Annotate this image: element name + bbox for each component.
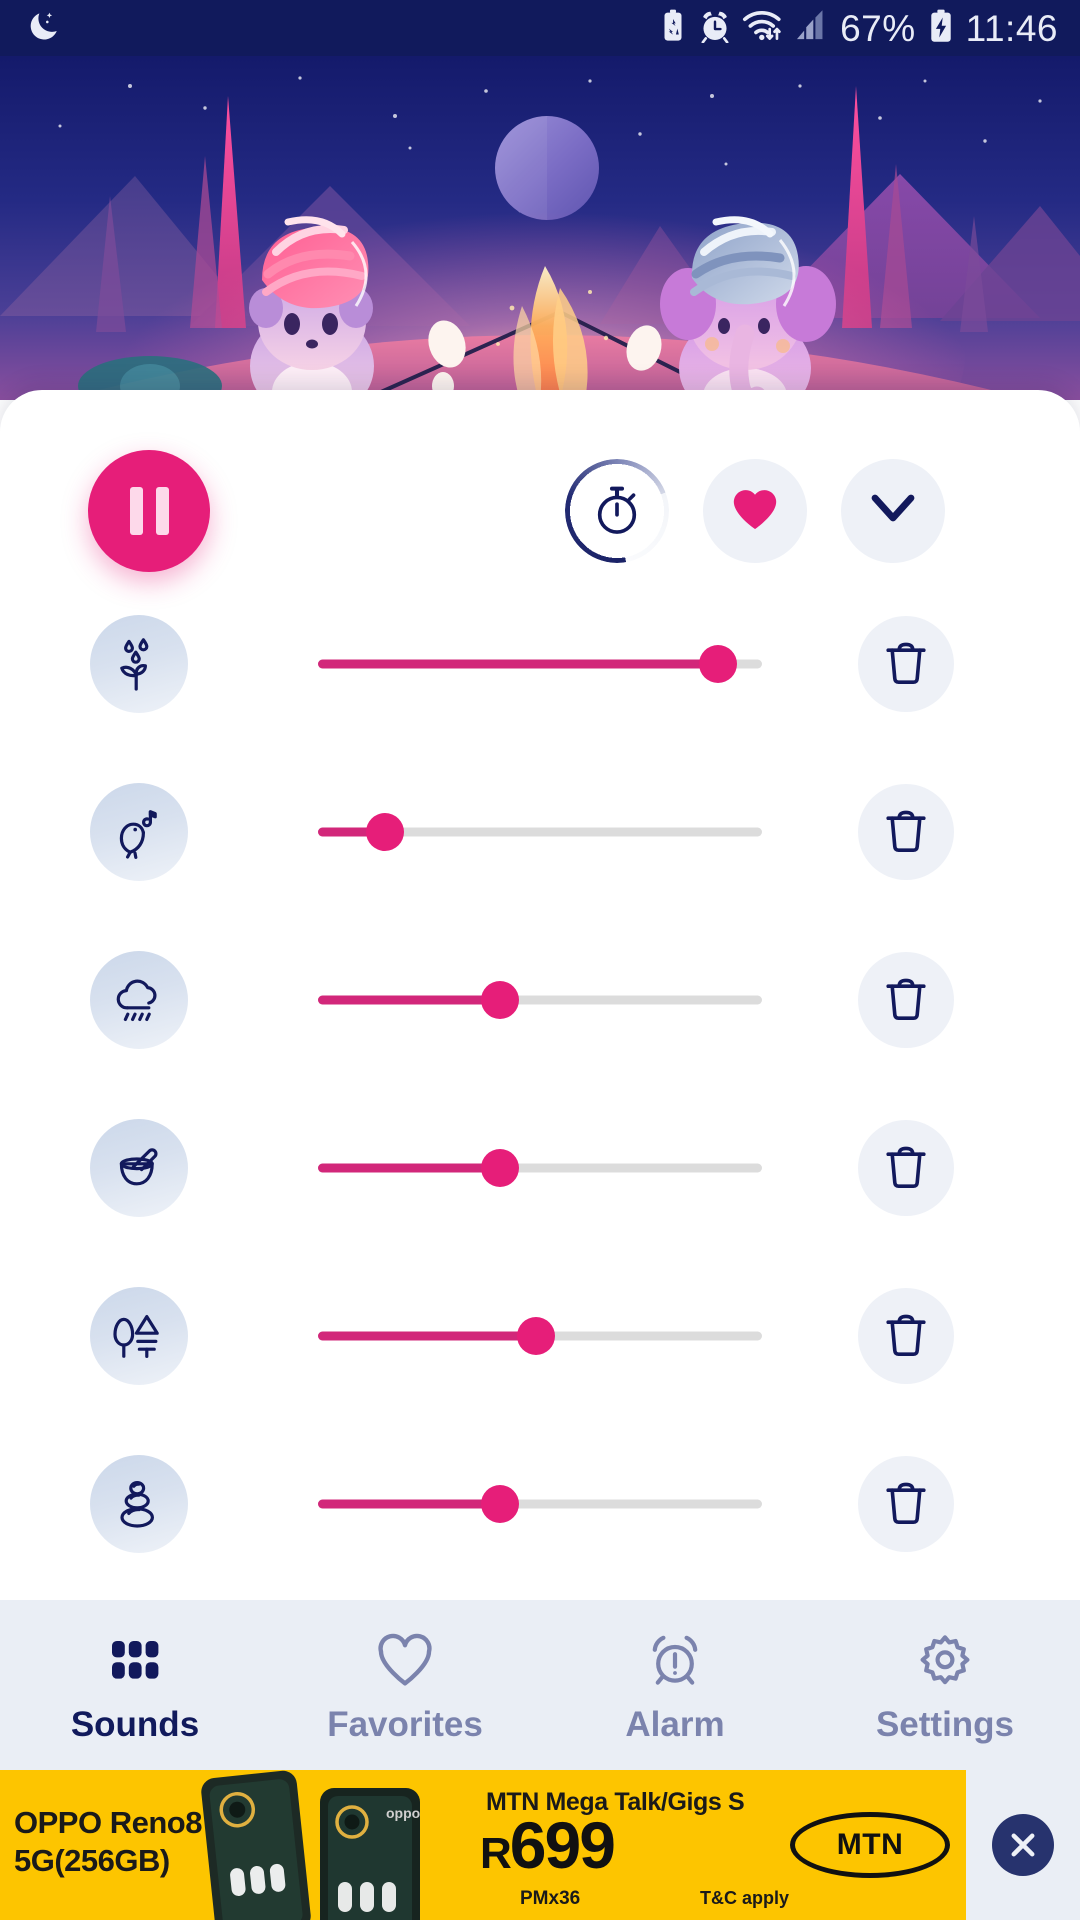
volume-slider[interactable] [318, 642, 762, 686]
app-screen: 67% 11:46 Sounds Favorites Alarm Setting… [0, 0, 1080, 1920]
ad-creative[interactable]: OPPO Reno8 5G(256GB) oppo MTN Mega Talk/… [0, 1770, 966, 1920]
slider-thumb[interactable] [481, 1485, 520, 1523]
delete-sound-button[interactable] [858, 1456, 954, 1552]
play-pause-button[interactable] [88, 450, 210, 572]
timer-progress-ring [565, 459, 669, 563]
slider-thumb[interactable] [481, 981, 520, 1019]
heart-outline-icon [375, 1629, 435, 1691]
rain-cloud-icon[interactable] [90, 951, 188, 1049]
wifi-icon [742, 9, 784, 48]
forest-trees-icon[interactable] [90, 1287, 188, 1385]
playback-controls [0, 450, 1080, 572]
sound-row [0, 748, 1080, 916]
chevron-down-icon [869, 492, 917, 531]
cellular-signal-icon [795, 9, 829, 47]
campfire-illustration [0, 56, 1080, 400]
slider-fill [318, 659, 718, 669]
grid-dots-icon [106, 1629, 164, 1691]
do-not-disturb-moon-icon [26, 8, 62, 49]
svg-text:oppo: oppo [386, 1805, 420, 1821]
ad-banner: OPPO Reno8 5G(256GB) oppo MTN Mega Talk/… [0, 1770, 1080, 1920]
nav-label-alarm: Alarm [625, 1704, 725, 1744]
rain-on-plant-icon[interactable] [90, 615, 188, 713]
ad-currency: R [480, 1829, 512, 1878]
collapse-button[interactable] [841, 459, 945, 563]
battery-saver-icon [658, 9, 688, 48]
zen-stones-icon[interactable] [90, 1455, 188, 1553]
nav-label-favorites: Favorites [327, 1704, 483, 1744]
delete-sound-button[interactable] [858, 784, 954, 880]
slider-fill [318, 1163, 501, 1173]
delete-sound-button[interactable] [858, 952, 954, 1048]
volume-slider[interactable] [318, 1146, 762, 1190]
sound-mixer-sheet [0, 390, 1080, 1600]
delete-sound-button[interactable] [858, 1288, 954, 1384]
nav-item-sounds[interactable]: Sounds [0, 1600, 270, 1770]
battery-percent-label: 67% [840, 7, 916, 49]
slider-fill [318, 1331, 536, 1341]
trash-icon [886, 1146, 926, 1188]
pause-icon [129, 487, 169, 535]
trash-icon [886, 1482, 926, 1524]
slider-fill [318, 995, 501, 1005]
slider-thumb[interactable] [698, 645, 737, 683]
trash-icon [886, 1314, 926, 1356]
close-x-icon [1011, 1833, 1035, 1857]
sound-row [0, 916, 1080, 1084]
slider-thumb[interactable] [365, 813, 404, 851]
sound-row [0, 580, 1080, 748]
mortar-pestle-icon[interactable] [90, 1119, 188, 1217]
status-bar-right: 67% 11:46 [658, 9, 1058, 48]
volume-slider[interactable] [318, 1314, 762, 1358]
volume-slider[interactable] [318, 810, 762, 854]
singing-bird-icon[interactable] [90, 783, 188, 881]
sound-row [0, 1084, 1080, 1252]
status-bar: 67% 11:46 [0, 0, 1080, 56]
heart-filled-icon [729, 485, 781, 538]
mtn-logo: MTN [790, 1812, 950, 1878]
ad-price: R699 [480, 1812, 616, 1878]
ad-phone-image: oppo [201, 1770, 420, 1920]
slider-thumb[interactable] [516, 1317, 555, 1355]
slider-fill [318, 1499, 501, 1509]
sound-list [0, 580, 1080, 1588]
ad-term: PMx36 [520, 1888, 581, 1909]
alarm-icon [699, 9, 731, 48]
sound-row [0, 1252, 1080, 1420]
ad-close-button[interactable] [992, 1814, 1054, 1876]
nav-label-settings: Settings [875, 1704, 1015, 1744]
nav-item-alarm[interactable]: Alarm [540, 1600, 810, 1770]
clock-label: 11:46 [965, 7, 1058, 49]
ad-close-area [966, 1770, 1080, 1920]
sound-row [0, 1420, 1080, 1588]
nav-label-sounds: Sounds [70, 1704, 200, 1744]
favorite-button[interactable] [703, 459, 807, 563]
status-bar-left [26, 8, 62, 49]
nav-item-favorites[interactable]: Favorites [270, 1600, 540, 1770]
trash-icon [886, 810, 926, 852]
trash-icon [886, 642, 926, 684]
gear-icon [916, 1629, 974, 1691]
slider-thumb[interactable] [481, 1149, 520, 1187]
battery-charging-icon [927, 9, 955, 48]
bottom-navigation: Sounds Favorites Alarm Settings [0, 1600, 1080, 1770]
trash-icon [886, 978, 926, 1020]
ad-amount: 699 [509, 1808, 616, 1882]
delete-sound-button[interactable] [858, 616, 954, 712]
ad-disclaimer: T&C apply [700, 1888, 790, 1908]
alarm-clock-icon [646, 1629, 704, 1691]
sleep-timer-button[interactable] [565, 459, 669, 563]
nav-item-settings[interactable]: Settings [810, 1600, 1080, 1770]
delete-sound-button[interactable] [858, 1120, 954, 1216]
volume-slider[interactable] [318, 1482, 762, 1526]
volume-slider[interactable] [318, 978, 762, 1022]
